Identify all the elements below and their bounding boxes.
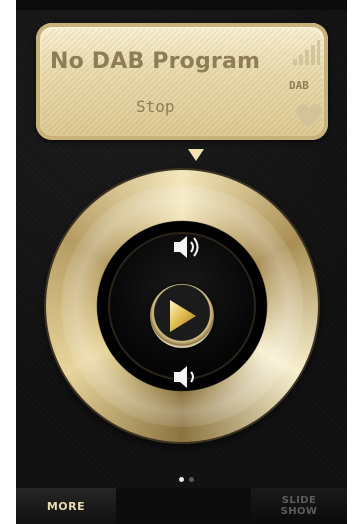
volume-down-icon[interactable] xyxy=(170,362,202,392)
slideshow-label: SLIDE SHOW xyxy=(280,495,318,517)
status-strip xyxy=(16,0,347,10)
play-button[interactable] xyxy=(150,284,214,348)
heart-icon[interactable] xyxy=(294,101,324,129)
tuner-pointer xyxy=(188,149,204,161)
band-label: DAB xyxy=(289,79,309,92)
playback-status: Stop xyxy=(136,97,175,116)
slideshow-button[interactable]: SLIDE SHOW xyxy=(251,488,347,524)
play-icon xyxy=(170,300,196,332)
more-label: MORE xyxy=(46,499,86,513)
program-title: No DAB Program xyxy=(50,49,261,74)
volume-up-icon[interactable] xyxy=(170,232,202,262)
signal-bars-icon xyxy=(293,40,320,65)
radio-screen: No DAB Program Stop DAB MORE SLIDE SHOW xyxy=(16,0,347,524)
page-dot-active[interactable] xyxy=(179,477,184,482)
page-dot[interactable] xyxy=(189,477,194,482)
page-indicator xyxy=(172,477,202,487)
more-button[interactable]: MORE xyxy=(16,488,116,524)
program-display: No DAB Program Stop DAB xyxy=(36,23,328,140)
